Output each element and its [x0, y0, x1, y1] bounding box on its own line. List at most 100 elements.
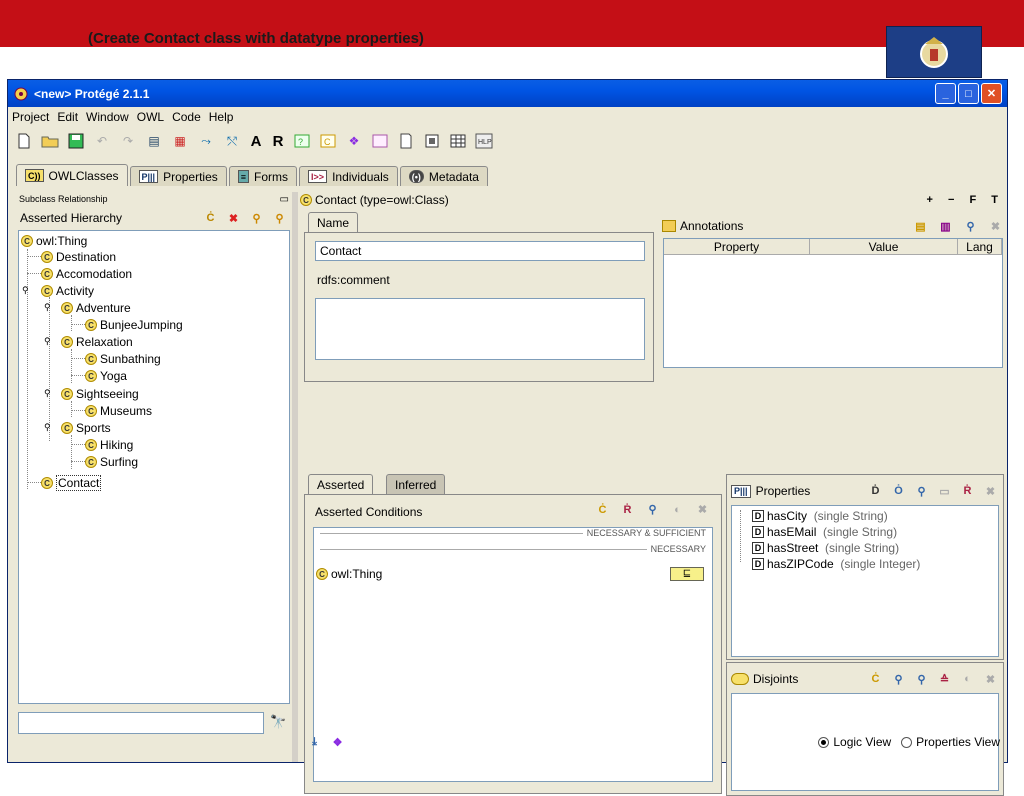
redo-icon[interactable]: ↷: [118, 132, 138, 150]
condition-owl-thing[interactable]: Cowl:Thing: [316, 566, 382, 582]
add-annotation-value-icon[interactable]: ▥: [937, 218, 954, 235]
tree-item-sports[interactable]: C Sports: [61, 420, 111, 436]
menu-owl[interactable]: OWL: [137, 110, 164, 124]
debug-icon[interactable]: [370, 132, 390, 150]
create-datatype-property-icon[interactable]: Ḋ: [867, 483, 884, 500]
remove-all-siblings-icon[interactable]: ≙: [936, 671, 953, 688]
open-project-icon[interactable]: [40, 132, 60, 150]
tree-item-sunbathing[interactable]: C Sunbathing: [85, 351, 161, 367]
grid-icon[interactable]: [448, 132, 468, 150]
tree-item-bunjeejumping[interactable]: C BunjeeJumping: [85, 317, 183, 333]
create-restriction-property-icon[interactable]: Ṙ: [959, 483, 976, 500]
property-item-hasemail[interactable]: DhasEMail (single String): [752, 524, 897, 540]
add-disjoint-class-icon[interactable]: Ċ: [867, 671, 884, 688]
create-restriction-icon[interactable]: Ċ: [594, 501, 611, 518]
tree-item-yoga[interactable]: C Yoga: [85, 368, 127, 384]
minimize-button[interactable]: _: [935, 83, 956, 104]
a-button[interactable]: A: [248, 132, 264, 150]
tree-item-destination[interactable]: C Destination: [41, 249, 116, 265]
move-condition-icon[interactable]: ◐: [669, 501, 686, 518]
check-icon[interactable]: ❖: [344, 132, 364, 150]
maximize-button[interactable]: □: [958, 83, 979, 104]
tree-item-sightseeing[interactable]: C Sightseeing: [61, 386, 139, 402]
undo-icon[interactable]: ↶: [92, 132, 112, 150]
tree-item-museums[interactable]: C Museums: [85, 403, 152, 419]
tab-metadata[interactable]: (•) Metadata: [399, 166, 488, 186]
window-icon[interactable]: [422, 132, 442, 150]
help-icon[interactable]: HLP: [474, 132, 494, 150]
wizard-icon[interactable]: ?: [292, 132, 312, 150]
tab-owlclasses[interactable]: C)) OWLClasses: [16, 164, 128, 186]
tree-item-accomodation[interactable]: C Accomodation: [41, 266, 132, 282]
cut-icon[interactable]: ▤: [144, 132, 164, 150]
delete-class-icon[interactable]: ✖: [225, 210, 242, 227]
classify-icon[interactable]: C: [318, 132, 338, 150]
tree-item-activity[interactable]: C Activity: [41, 283, 94, 299]
tab-individuals[interactable]: I>> Individuals: [299, 166, 398, 186]
class-icon: C: [85, 456, 97, 468]
annotations-icon: [662, 220, 676, 232]
tree-item-owl-thing[interactable]: Cowl:Thing: [21, 233, 87, 249]
add-annotation-icon[interactable]: ▤: [912, 218, 929, 235]
logic-view-radio[interactable]: Logic View: [818, 735, 891, 749]
tree-item-surfing[interactable]: C Surfing: [85, 454, 138, 470]
menu-help[interactable]: Help: [209, 110, 234, 124]
column-value[interactable]: Value: [810, 239, 958, 255]
tab-forms[interactable]: ≡ Forms: [228, 166, 298, 186]
create-subclass-icon[interactable]: Ċ: [202, 210, 219, 227]
column-lang[interactable]: Lang: [958, 239, 1002, 255]
add-all-siblings-icon[interactable]: ⚲: [913, 671, 930, 688]
tree-item-relaxation[interactable]: C Relaxation: [61, 334, 133, 350]
tree-item-adventure[interactable]: C Adventure: [61, 300, 131, 316]
add-property-icon[interactable]: ⚲: [913, 483, 930, 500]
tab-inferred[interactable]: Inferred: [386, 474, 446, 494]
delete-property-icon[interactable]: ✖: [982, 483, 999, 500]
run-icon[interactable]: ❖: [329, 734, 346, 751]
find-next-icon[interactable]: ⚲: [271, 210, 288, 227]
menu-project[interactable]: Project: [12, 110, 49, 124]
property-item-hasstreet[interactable]: DhasStreet (single String): [752, 540, 899, 556]
tab-properties[interactable]: P||| Properties: [129, 166, 227, 186]
inspect-disjoint-icon[interactable]: ◐: [959, 671, 976, 688]
remove-property-icon[interactable]: ▭: [936, 483, 953, 500]
create-object-property-icon[interactable]: Ȯ: [890, 483, 907, 500]
pane-splitter[interactable]: [292, 192, 298, 762]
class-search-input[interactable]: [18, 712, 264, 734]
tab-name[interactable]: Name: [308, 212, 359, 232]
insert-icon[interactable]: ⤳: [196, 132, 216, 150]
subclass-badge[interactable]: ⊑: [670, 567, 704, 581]
close-button[interactable]: ✕: [981, 83, 1002, 104]
binoculars-icon[interactable]: 🔭: [270, 714, 286, 730]
maximize-pane-icon[interactable]: ▭: [280, 194, 289, 205]
add-property-condition-icon[interactable]: ⚲: [644, 501, 661, 518]
tree-item-contact[interactable]: C Contact: [41, 475, 102, 491]
menu-edit[interactable]: Edit: [57, 110, 78, 124]
rdfs-comment-field[interactable]: [315, 298, 645, 360]
delete-disjoint-icon[interactable]: ✖: [982, 671, 999, 688]
export-icon[interactable]: [396, 132, 416, 150]
delete-condition-icon[interactable]: ✖: [694, 501, 711, 518]
class-name-field[interactable]: Contact: [315, 241, 645, 261]
asserted-conditions-title: Asserted Conditions: [315, 505, 423, 519]
property-item-haszipcode[interactable]: DhasZIPCode (single Integer): [752, 556, 920, 572]
new-project-icon[interactable]: [14, 132, 34, 150]
title-bar[interactable]: <new> Protégé 2.1.1 _ □ ✕: [8, 80, 1007, 107]
menu-code[interactable]: Code: [172, 110, 201, 124]
column-property[interactable]: Property: [664, 239, 810, 255]
delete-icon[interactable]: ▦: [170, 132, 190, 150]
save-project-icon[interactable]: [66, 132, 86, 150]
properties-view-radio[interactable]: Properties View: [901, 735, 1000, 749]
header-controls[interactable]: + − F T: [927, 194, 1004, 206]
menu-window[interactable]: Window: [86, 110, 129, 124]
add-disjoint-expression-icon[interactable]: ⚲: [890, 671, 907, 688]
tab-asserted[interactable]: Asserted: [308, 474, 374, 494]
property-item-hascity[interactable]: DhasCity (single String): [752, 508, 888, 524]
tree-item-hiking[interactable]: C Hiking: [85, 437, 133, 453]
delete-annotation-icon[interactable]: ✖: [987, 218, 1004, 235]
add-property-annotation-icon[interactable]: ⚲: [962, 218, 979, 235]
merge-icon[interactable]: ⤲: [222, 132, 242, 150]
r-button[interactable]: R: [270, 132, 286, 150]
find-class-icon[interactable]: ⚲: [248, 210, 265, 227]
add-named-class-icon[interactable]: Ṙ: [619, 501, 636, 518]
import-icon[interactable]: ⤓: [306, 734, 323, 751]
